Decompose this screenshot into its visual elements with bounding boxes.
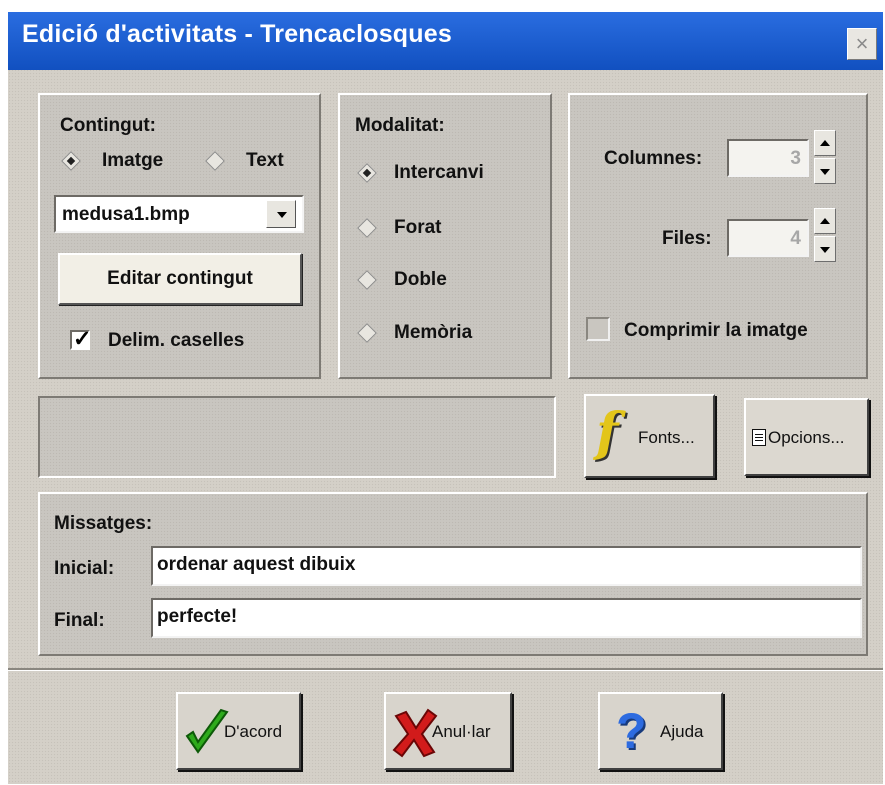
compress-checkbox[interactable]: [586, 317, 610, 341]
dropdown-button[interactable]: [266, 200, 296, 228]
arrow-up-icon: [820, 218, 830, 224]
radio-empty-icon: [357, 218, 377, 238]
file-select-value: medusa1.bmp: [62, 204, 190, 225]
delim-checkbox[interactable]: ✓: [70, 326, 91, 351]
initial-label: Inicial:: [54, 558, 115, 579]
columns-label: Columnes:: [604, 148, 703, 169]
checkmark-icon: ✓: [73, 326, 92, 351]
radio-empty-icon: [357, 323, 377, 343]
chevron-down-icon: [277, 212, 287, 218]
ok-button[interactable]: D'acord: [176, 692, 301, 770]
columns-spin-up[interactable]: [814, 130, 836, 156]
radio-memoria[interactable]: Memòria: [356, 320, 546, 346]
radio-intercanvi[interactable]: Intercanvi: [356, 160, 546, 186]
help-button[interactable]: ? Ajuda: [598, 692, 723, 770]
radio-text[interactable]: Text: [205, 150, 306, 174]
messages-heading: Missatges:: [54, 513, 153, 534]
delim-label: Delim. caselles: [108, 330, 245, 351]
initial-message-input[interactable]: ordenar aquest dibuix: [151, 546, 862, 586]
radio-memoria-label: Memòria: [394, 322, 473, 343]
initial-message-value: ordenar aquest dibuix: [157, 554, 356, 575]
radio-doble-label: Doble: [394, 269, 447, 290]
edit-content-button[interactable]: Editar contingut: [58, 253, 302, 305]
font-f-icon: f: [596, 402, 619, 463]
rows-spin-up[interactable]: [814, 208, 836, 234]
options-label: Opcions...: [768, 428, 845, 447]
help-question-icon: ?: [616, 703, 647, 759]
columns-spin-down[interactable]: [814, 158, 836, 184]
radio-imatge-label: Imatge: [102, 150, 164, 171]
arrow-up-icon: [820, 140, 830, 146]
window-title: Edició d'activitats - Trencaclosques: [22, 20, 452, 48]
rows-value: 4: [790, 228, 801, 249]
radio-text-label: Text: [246, 150, 284, 171]
final-message-value: perfecte!: [157, 606, 238, 627]
preview-area: [38, 396, 556, 478]
radio-selected-icon: [357, 163, 377, 183]
ok-label: D'acord: [224, 722, 283, 741]
footer-separator: [8, 668, 883, 671]
contingut-heading: Contingut:: [60, 115, 157, 136]
rows-label: Files:: [662, 228, 712, 249]
radio-empty-icon: [357, 270, 377, 290]
options-button[interactable]: Opcions...: [744, 398, 869, 476]
cancel-button[interactable]: Anul·lar: [384, 692, 512, 770]
arrow-down-icon: [820, 247, 830, 253]
fonts-button[interactable]: f Fonts...: [584, 394, 715, 478]
help-label: Ajuda: [660, 722, 704, 741]
document-icon: [752, 429, 766, 446]
edit-content-label: Editar contingut: [107, 268, 253, 289]
columns-input[interactable]: 3: [727, 139, 809, 177]
final-message-input[interactable]: perfecte!: [151, 598, 862, 638]
radio-forat[interactable]: Forat: [356, 215, 546, 241]
radio-doble[interactable]: Doble: [356, 267, 546, 293]
radio-intercanvi-label: Intercanvi: [394, 162, 484, 183]
radio-empty-icon: [205, 151, 225, 171]
final-label: Final:: [54, 610, 105, 631]
modalitat-heading: Modalitat:: [355, 115, 445, 136]
close-button[interactable]: ×: [847, 28, 877, 60]
columns-value: 3: [790, 148, 801, 169]
file-select[interactable]: medusa1.bmp: [54, 195, 304, 233]
arrow-down-icon: [820, 169, 830, 175]
radio-imatge[interactable]: Imatge: [61, 150, 202, 174]
rows-spin-down[interactable]: [814, 236, 836, 262]
fonts-label: Fonts...: [638, 428, 695, 447]
compress-label: Comprimir la imatge: [624, 320, 808, 341]
rows-input[interactable]: 4: [727, 219, 809, 257]
radio-forat-label: Forat: [394, 217, 442, 238]
cancel-label: Anul·lar: [432, 722, 491, 741]
radio-selected-icon: [61, 151, 81, 171]
